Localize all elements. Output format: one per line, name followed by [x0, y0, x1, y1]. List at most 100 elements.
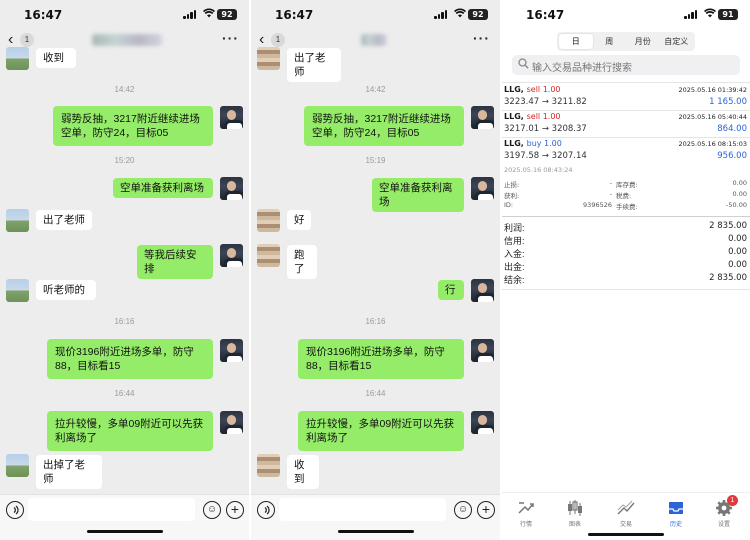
home-indicator — [588, 533, 664, 536]
avatar[interactable] — [6, 279, 29, 302]
message-bubble[interactable]: 好 — [287, 210, 311, 230]
segment-month[interactable]: 月份 — [626, 34, 660, 49]
avatar[interactable] — [220, 177, 243, 200]
message-input[interactable] — [28, 498, 195, 521]
avatar[interactable] — [220, 411, 243, 434]
deal-row[interactable]: LLG, sell 1.00 2025.05.16 01:39:42 3223.… — [502, 84, 750, 110]
deal-row-expanded[interactable]: LLG, buy 1.00 2025.05.16 08:15:03 3197.5… — [502, 138, 750, 164]
message-row-outgoing: 现价3196附近进场多单，防守88，目标看15 — [251, 339, 500, 379]
detail-label: 手续费: — [616, 203, 638, 211]
avatar[interactable] — [471, 339, 494, 362]
summary-balance: 结余: 2 835.00 — [502, 273, 750, 285]
message-bubble[interactable]: 空单准备获利离场 — [113, 178, 213, 198]
message-bubble[interactable]: 收到 — [287, 455, 319, 489]
message-bubble[interactable]: 听老师的 — [36, 280, 96, 300]
tab-history[interactable]: 历史 — [656, 499, 696, 528]
add-plus-icon[interactable]: + — [226, 501, 244, 519]
avatar[interactable] — [471, 279, 494, 302]
tab-label: 行情 — [519, 522, 532, 528]
bottom-tab-bar: 行情 图表 交易 历史 1 设置 — [502, 492, 750, 540]
deal-row[interactable]: LLG, sell 1.00 2025.05.16 05:40:44 3217.… — [502, 111, 750, 137]
message-bubble[interactable]: 等我后续安排 — [137, 245, 213, 279]
voice-input-icon[interactable] — [6, 501, 24, 519]
tab-quotes[interactable]: 行情 — [506, 499, 546, 528]
message-row-outgoing: 弱势反抽，3217附近继续进场空单，防守24，目标05 — [0, 106, 249, 146]
voice-input-icon[interactable] — [257, 501, 275, 519]
message-list[interactable]: 出了老师 14:42 弱势反抽，3217附近继续进场空单，防守24，目标05 15:1… — [251, 44, 500, 494]
message-timestamp: 15:20 — [114, 156, 135, 165]
avatar[interactable] — [257, 454, 280, 477]
status-time: 16:47 — [526, 8, 565, 22]
avatar[interactable] — [471, 106, 494, 129]
deal-symbol: LLG, — [504, 112, 524, 121]
summary-label: 出金: — [504, 262, 525, 272]
message-bubble[interactable]: 拉升较慢，多单09附近可以先获利离场了 — [298, 411, 464, 451]
summary-label: 利润: — [504, 223, 525, 233]
cellular-signal-icon — [434, 10, 448, 19]
message-list[interactable]: 收到 14:42 弱势反抽，3217附近继续进场空单，防守24，目标05 15:20 空… — [0, 44, 249, 494]
avatar[interactable] — [6, 47, 29, 70]
history-icon — [666, 499, 686, 517]
chart-icon — [565, 499, 585, 517]
message-row-incoming: 好 — [251, 209, 500, 232]
emoji-icon[interactable]: ☺ — [454, 501, 472, 519]
message-bubble[interactable]: 弱势反抽，3217附近继续进场空单，防守24，目标05 — [53, 106, 213, 146]
message-bubble[interactable]: 空单准备获利离场 — [372, 178, 464, 212]
message-timestamp: 16:16 — [365, 317, 386, 326]
message-bubble[interactable]: 跑了 — [287, 245, 317, 279]
message-bubble[interactable]: 弱势反抽，3217附近继续进场空单，防守24，目标05 — [304, 106, 464, 146]
emoji-icon[interactable]: ☺ — [203, 501, 221, 519]
message-bubble[interactable]: 现价3196附近进场多单，防守88，目标看15 — [47, 339, 213, 379]
message-bubble[interactable]: 出了老师 — [287, 48, 341, 82]
message-row-incoming: 听老师的 — [0, 279, 249, 302]
deal-profit: 1 165.00 — [709, 97, 747, 107]
avatar[interactable] — [6, 209, 29, 232]
search-placeholder: 输入交易品种进行搜索 — [532, 63, 632, 74]
message-bubble[interactable]: 出掉了老师 — [36, 455, 102, 489]
status-time: 16:47 — [275, 8, 314, 22]
quotes-icon — [516, 499, 536, 517]
message-bubble[interactable]: 现价3196附近进场多单，防守88，目标看15 — [298, 339, 464, 379]
avatar[interactable] — [220, 106, 243, 129]
segment-week[interactable]: 周 — [593, 34, 627, 49]
add-plus-icon[interactable]: + — [477, 501, 495, 519]
avatar[interactable] — [471, 177, 494, 200]
avatar[interactable] — [6, 454, 29, 477]
message-bubble[interactable]: 出了老师 — [36, 210, 92, 230]
summary-profit: 利润: 2 835.00 — [502, 221, 750, 233]
deal-side: buy 1.00 — [526, 139, 562, 148]
deal-side: sell 1.00 — [526, 112, 561, 121]
avatar[interactable] — [257, 47, 280, 70]
avatar[interactable] — [220, 244, 243, 267]
divider — [502, 216, 750, 217]
message-input[interactable] — [279, 498, 446, 521]
cellular-signal-icon — [684, 10, 698, 19]
tab-chart[interactable]: 图表 — [555, 499, 595, 528]
message-timestamp: 16:44 — [114, 389, 135, 398]
summary-label: 入金: — [504, 249, 525, 259]
summary-value: 2 835.00 — [709, 273, 747, 283]
avatar[interactable] — [471, 411, 494, 434]
status-bar: 16:47 91 — [502, 0, 750, 28]
avatar[interactable] — [220, 339, 243, 362]
tab-label: 交易 — [619, 522, 632, 528]
symbol-search-input[interactable]: 输入交易品种进行搜索 — [512, 55, 740, 75]
chat-screen-1: 16:47 92 ‹ 1 ··· 收到 14:42 弱势反抽，3217附近继续进场空… — [0, 0, 249, 540]
tab-label: 设置 — [717, 522, 730, 528]
deal-symbol: LLG, — [504, 85, 524, 94]
tab-trade[interactable]: 交易 — [606, 499, 646, 528]
wifi-icon — [704, 8, 716, 21]
tab-settings[interactable]: 1 设置 — [704, 495, 744, 528]
message-timestamp: 16:16 — [114, 317, 135, 326]
segment-day[interactable]: 日 — [559, 34, 593, 49]
input-bar: ☺ + — [251, 494, 500, 540]
deal-profit: 956.00 — [717, 151, 747, 161]
avatar[interactable] — [257, 209, 280, 232]
segment-custom[interactable]: 自定义 — [660, 34, 694, 49]
message-bubble[interactable]: 行 — [438, 280, 464, 300]
avatar[interactable] — [257, 244, 280, 267]
trade-icon — [616, 499, 636, 517]
battery-icon: 91 — [718, 9, 738, 20]
message-bubble[interactable]: 拉升较慢，多单09附近可以先获利离场了 — [47, 411, 213, 451]
message-bubble[interactable]: 收到 — [36, 48, 76, 68]
